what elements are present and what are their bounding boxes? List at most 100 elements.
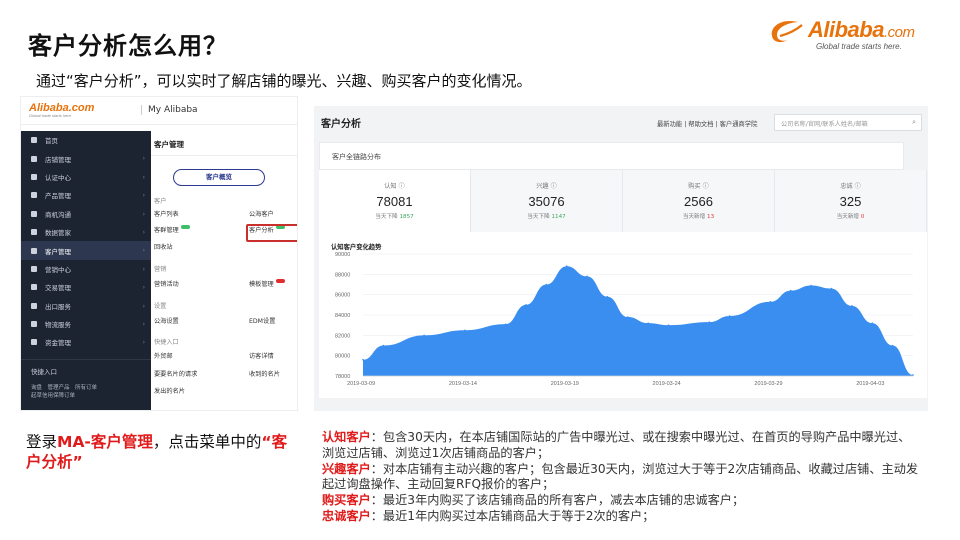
info-icon: ⓘ	[702, 183, 709, 190]
section-settings: 设置	[154, 303, 167, 310]
document-icon	[31, 284, 37, 291]
public-settings-link[interactable]: 公海设置	[154, 316, 179, 325]
public-customers-link[interactable]: 公海客户	[249, 209, 274, 218]
data-point	[912, 374, 914, 376]
y-tick-label: 78000	[335, 374, 350, 380]
definition-text: ：包含30天内，在本店铺国际站的广告中曝光过、或在搜索中曝光过、在首页的导购产品…	[322, 430, 911, 460]
login-instruction: 登录MA-客户管理，点击菜单中的“客户分析”	[26, 432, 296, 472]
data-point	[464, 329, 466, 332]
sidebar-item[interactable]: 客户管理 ›	[21, 241, 151, 260]
recycle-link[interactable]: 回收站	[154, 242, 173, 251]
data-point	[810, 284, 812, 287]
trend-chart: 认知客户变化趋势 78000 80000 82000 84000 86000 88000 9…	[319, 232, 927, 398]
customer-overview-button[interactable]: 客户概览	[173, 169, 265, 186]
alibaba-mark-icon	[771, 20, 803, 43]
sidebar-item[interactable]: 资金管理 ›	[21, 333, 151, 351]
distribution-header: 客户全链路分布	[319, 142, 904, 170]
data-point	[871, 322, 874, 324]
data-point	[627, 316, 629, 318]
distribution-title: 客户全链路分布	[332, 153, 381, 161]
bank-icon	[31, 339, 37, 346]
my-alibaba-link[interactable]: My Alibaba	[141, 105, 198, 115]
quick-links-row1[interactable]: 询盘 管理产品 所有订单	[31, 384, 141, 392]
stat-delta: 当天下降 1857	[319, 212, 470, 220]
login-mid: ，点击菜单中的	[152, 433, 262, 451]
y-tick-label: 90000	[335, 252, 350, 258]
sidebar-item[interactable]: 交易管理 ›	[21, 278, 151, 296]
login-prefix: 登录	[26, 433, 58, 451]
sidebar-item-label: 数据管家	[45, 229, 71, 238]
sidebar-item[interactable]: 商机沟通 ›	[21, 205, 151, 223]
stat-label: 兴趣 ⓘ	[471, 181, 622, 190]
sidebar-item[interactable]: 物流服务 ›	[21, 315, 151, 333]
sidebar-item[interactable]: 出口服务 ›	[21, 297, 151, 315]
sidebar-item[interactable]: 营销中心 ›	[21, 260, 151, 278]
definition-term: 兴趣客户	[322, 461, 371, 476]
search-icon[interactable]: ⌕	[912, 118, 916, 127]
marketing-activity-link[interactable]: 营销活动	[154, 279, 179, 288]
search-input[interactable]: 公司名称/官网/联系人姓名/邮箱 ⌕	[774, 114, 922, 131]
data-point	[789, 289, 792, 292]
sidebar-item[interactable]: 产品管理 ›	[21, 186, 151, 204]
y-tick-label: 84000	[335, 313, 350, 319]
card-requests-link[interactable]: 要要名片的请求	[154, 369, 197, 378]
data-point	[647, 322, 649, 324]
stat-delta-label: 当天新增	[836, 214, 860, 220]
customer-list-link[interactable]: 客户列表	[154, 209, 179, 218]
customer-analysis-highlight	[246, 224, 297, 242]
y-tick-label: 86000	[335, 293, 350, 299]
sidebar-item-label: 物流服务	[45, 321, 71, 330]
data-point	[891, 344, 894, 347]
divider	[151, 155, 297, 156]
stat-label: 忠诚 ⓘ	[775, 181, 926, 190]
chevron-right-icon: ›	[142, 247, 145, 255]
sidebar-item[interactable]: 首页	[21, 131, 151, 149]
shield-icon	[31, 173, 37, 180]
template-manage-link[interactable]: 模板管理	[249, 279, 285, 288]
sidebar-item[interactable]: 数据管家 ›	[21, 223, 151, 241]
stat-label: 认知 ⓘ	[319, 181, 470, 190]
stat-card[interactable]: 购买 ⓘ 2566 当天新增 13	[623, 170, 775, 232]
stat-card[interactable]: 兴趣 ⓘ 35076 当天下降 1147	[471, 170, 623, 232]
data-point	[504, 323, 507, 325]
sidebar-item-label: 产品管理	[45, 192, 71, 201]
stat-card[interactable]: 忠诚 ⓘ 325 当天新增 0	[775, 170, 927, 232]
sidebar-item-label: 营销中心	[45, 265, 71, 274]
sidebar-item-label: 认证中心	[45, 173, 71, 182]
stat-label-text: 兴趣	[536, 183, 549, 190]
quick-links-row2[interactable]: 起草信用保障订单	[31, 392, 141, 400]
stat-card[interactable]: 认知 ⓘ 78081 当天下降 1857	[319, 170, 471, 232]
alibaba-logo: Alibaba.com Global trade starts here.	[768, 16, 944, 51]
left-logo[interactable]: Alibaba.com Global trade starts here.	[29, 102, 94, 118]
definition-item: 购买客户：最近3年内购买了该店铺商品的所有客户，减去本店铺的忠诚客户；	[322, 493, 922, 509]
sidebar-item-label: 商机沟通	[45, 210, 71, 219]
quick-entry-title: 快捷入口	[31, 368, 57, 376]
received-cards-link[interactable]: 收到的名片	[249, 369, 280, 378]
definition-text: ：最近3年内购买了该店铺商品的所有客户，减去本店铺的忠诚客户；	[370, 493, 745, 508]
stat-value: 2566	[684, 194, 713, 209]
right-screenshot: 客户分析 最新功能 | 帮助文档 | 客户通商学院 公司名称/官网/联系人姓名/…	[314, 106, 928, 411]
chat-icon	[31, 210, 37, 217]
sidebar-item-label: 店铺管理	[45, 155, 71, 164]
stat-label-text: 认知	[384, 183, 397, 190]
sidebar-item-label: 出口服务	[45, 302, 71, 311]
logo-suffix: .com	[883, 24, 915, 41]
y-tick-label: 80000	[335, 354, 350, 360]
grid-icon	[31, 192, 37, 199]
visitor-details-link[interactable]: 访客详情	[249, 351, 274, 360]
megaphone-icon	[31, 265, 37, 272]
visitors-link[interactable]: 外贸邮	[154, 351, 173, 360]
header-links[interactable]: 最新功能 | 帮助文档 | 客户通商学院	[657, 119, 757, 128]
stat-value: 325	[839, 194, 862, 209]
sidebar-item[interactable]: 认证中心 ›	[21, 168, 151, 186]
left-header: Alibaba.com Global trade starts here. My …	[21, 97, 297, 125]
search-placeholder: 公司名称/官网/联系人姓名/邮箱	[781, 121, 868, 128]
chevron-right-icon: ›	[142, 265, 145, 273]
sent-cards-link[interactable]: 发出的名片	[154, 386, 185, 395]
edm-settings-link[interactable]: EDM设置	[249, 316, 275, 325]
sidebar-item[interactable]: 店铺管理 ›	[21, 149, 151, 167]
chart-icon	[31, 229, 37, 236]
silent-manage-link[interactable]: 客群管理	[154, 225, 190, 234]
area-series	[363, 266, 913, 376]
definition-term: 忠诚客户	[322, 508, 371, 523]
